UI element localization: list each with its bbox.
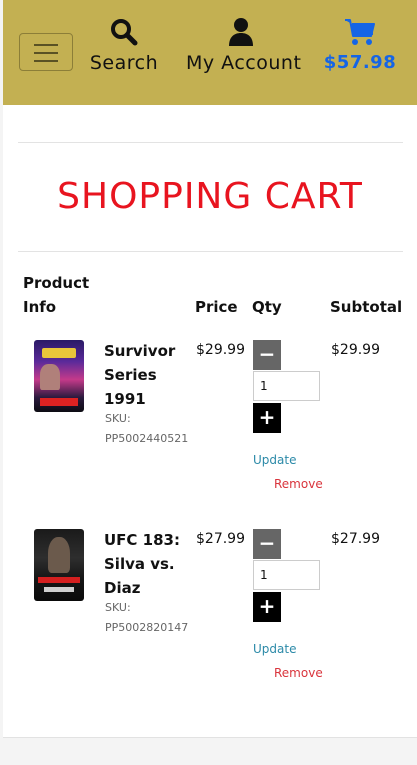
- product-thumbnail[interactable]: [34, 340, 84, 412]
- qty-decrease-button[interactable]: −: [253, 529, 281, 559]
- page: Search My Account $57.98 SHOPPING CART P…: [3, 0, 417, 738]
- qty-increase-button[interactable]: +: [253, 592, 281, 622]
- column-qty: Qty: [252, 298, 282, 316]
- cart-link[interactable]: $57.98: [323, 16, 397, 73]
- hamburger-line: [34, 52, 58, 54]
- sku-value: PP5002820147: [105, 621, 189, 634]
- search-link[interactable]: Search: [89, 16, 159, 74]
- header-bar: Search My Account $57.98: [3, 0, 417, 105]
- search-icon: [89, 16, 159, 48]
- divider: [18, 251, 403, 252]
- cart-icon: [323, 16, 397, 48]
- poster-art: [40, 398, 78, 406]
- my-account-label: My Account: [186, 52, 302, 74]
- menu-toggle-button[interactable]: [19, 33, 73, 71]
- column-product-info: Product Info: [23, 274, 90, 316]
- column-price: Price: [195, 298, 238, 316]
- poster-art: [40, 364, 60, 390]
- line-subtotal: $27.99: [331, 531, 380, 547]
- divider: [18, 142, 403, 143]
- cart-total: $57.98: [323, 52, 397, 73]
- search-label: Search: [89, 52, 159, 74]
- qty-input[interactable]: 1: [253, 560, 320, 590]
- product-name[interactable]: UFC 183: Silva vs. Diaz: [104, 528, 182, 600]
- update-link[interactable]: Update: [253, 453, 296, 467]
- poster-art: [42, 348, 76, 358]
- unit-price: $29.99: [196, 342, 245, 358]
- poster-art: [38, 577, 80, 583]
- poster-art: [44, 587, 74, 592]
- sku-label: SKU:: [105, 412, 131, 425]
- column-subtotal: Subtotal: [330, 298, 403, 316]
- qty-decrease-button[interactable]: −: [253, 340, 281, 370]
- update-link[interactable]: Update: [253, 642, 296, 656]
- product-thumbnail[interactable]: [34, 529, 84, 601]
- remove-link[interactable]: Remove: [274, 666, 323, 680]
- unit-price: $27.99: [196, 531, 245, 547]
- my-account-link[interactable]: My Account: [186, 16, 302, 74]
- product-name[interactable]: Survivor Series 1991: [104, 339, 182, 411]
- qty-increase-button[interactable]: +: [253, 403, 281, 433]
- hamburger-line: [34, 60, 58, 62]
- remove-link[interactable]: Remove: [274, 477, 323, 491]
- poster-art: [48, 537, 70, 573]
- sku-value: PP5002440521: [105, 432, 189, 445]
- sku-label: SKU:: [105, 601, 131, 614]
- page-title: SHOPPING CART: [57, 176, 363, 217]
- line-subtotal: $29.99: [331, 342, 380, 358]
- qty-input[interactable]: 1: [253, 371, 320, 401]
- hamburger-line: [34, 44, 58, 46]
- user-icon: [186, 16, 296, 48]
